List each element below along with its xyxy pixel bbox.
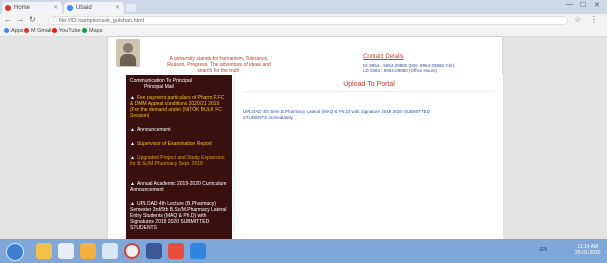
app-icon[interactable] — [190, 243, 206, 259]
site-tagline: A university stands for humanism, Tolera… — [167, 56, 271, 74]
contact-details-link[interactable]: Contact Details — [363, 54, 404, 60]
close-window-icon[interactable]: ✕ — [594, 1, 600, 9]
upload-notice-link[interactable]: UPLOAD 4th Sem B.Pharmacy Lateral (MAQ &… — [243, 109, 443, 121]
tab-label: Home — [14, 5, 31, 11]
info-icon: ⓘ — [51, 19, 58, 25]
main-content: Upload To Portal UPLOAD 4th Sem B.Pharma… — [234, 75, 503, 239]
address-bar[interactable]: ⓘ file:///D:/sample/nssk_gulshan.html — [48, 16, 568, 25]
chrome-icon[interactable] — [124, 243, 140, 259]
close-icon[interactable]: ✕ — [115, 2, 120, 14]
app-icon[interactable] — [102, 243, 118, 259]
bookmark-apps[interactable]: Apps — [4, 28, 24, 35]
founder-portrait — [116, 39, 140, 67]
language-indicator[interactable]: EN — [540, 247, 547, 253]
website-container: A university stands for humanism, Tolera… — [108, 37, 503, 239]
url-text: file:///D:/sample/nssk_gulshan.html — [59, 18, 144, 24]
taskbar: EN 11:14 AM 25-01-2020 — [0, 239, 607, 263]
sidebar-notice[interactable]: ▲ UPLOAD 4th Lecture (B.Pharmacy) Semeste… — [130, 201, 228, 231]
tab-home[interactable]: Home ✕ — [2, 2, 62, 14]
file-explorer-icon[interactable] — [36, 243, 52, 259]
app-icon[interactable] — [146, 243, 162, 259]
sidebar-heading: Communication To Principal Principal Mai… — [130, 78, 228, 90]
tab-label: Ubaid — [76, 5, 92, 11]
gmail-icon — [24, 28, 29, 34]
forward-icon[interactable]: → — [16, 15, 24, 24]
tab-favicon-icon — [5, 5, 11, 11]
contact-line: LD 0364 : 9954-29880 (Office Hours) — [363, 68, 437, 73]
close-icon[interactable]: ✕ — [53, 2, 58, 14]
site-header: A university stands for humanism, Tolera… — [108, 37, 502, 74]
reload-icon[interactable]: ↻ — [29, 15, 36, 24]
new-tab-button[interactable] — [126, 4, 136, 12]
back-icon[interactable]: ← — [4, 15, 12, 24]
sidebar: Communication To Principal Principal Mai… — [126, 75, 232, 239]
bookmark-youtube[interactable]: YouTube — [52, 28, 81, 35]
maps-icon — [82, 28, 87, 34]
page-title: Upload To Portal — [343, 81, 395, 88]
bookmark-star-icon[interactable]: ☆ — [574, 15, 581, 24]
menu-icon[interactable]: ⋮ — [590, 15, 598, 24]
principal-mail-link[interactable]: Principal Mail — [130, 84, 228, 90]
browser-tab-strip: Home ✕ Ubaid ✕ — ☐ ✕ — [0, 0, 607, 14]
tab-active[interactable]: Ubaid ✕ — [64, 2, 124, 14]
minimize-icon[interactable]: — — [566, 1, 573, 8]
start-button[interactable] — [6, 243, 24, 261]
apps-icon — [4, 28, 9, 34]
bullet-icon: ▲ — [130, 141, 135, 147]
media-player-icon[interactable] — [58, 243, 74, 259]
divider — [243, 91, 495, 92]
system-clock[interactable]: 11:14 AM 25-01-2020 — [575, 244, 601, 256]
bookmark-gmail[interactable]: M Gmail — [24, 28, 51, 35]
folder-icon[interactable] — [80, 243, 96, 259]
sidebar-notice[interactable]: ▲ Upgraded Project and Study Expansion fo… — [130, 155, 228, 167]
sidebar-notice[interactable]: ▲ Annual Academic 2019-2020 Curriculum An… — [130, 181, 228, 193]
browser-toolbar: ← → ↻ ⓘ file:///D:/sample/nssk_gulshan.h… — [0, 14, 607, 27]
maximize-icon[interactable]: ☐ — [580, 1, 586, 9]
sidebar-notice[interactable]: ▲ Supervisor of Examination Report — [130, 141, 228, 147]
tab-favicon-icon — [67, 5, 73, 11]
bullet-icon: ▲ — [130, 127, 135, 133]
app-icon[interactable] — [168, 243, 184, 259]
youtube-icon — [52, 28, 57, 34]
bookmarks-bar: Apps M Gmail YouTube Maps — [0, 27, 607, 37]
sidebar-notice[interactable]: ▲ Fee payment particulars of Pharm.F.FC &… — [130, 95, 228, 119]
sidebar-notice[interactable]: ▲ Announcement — [130, 127, 228, 133]
bookmark-maps[interactable]: Maps — [82, 28, 102, 35]
